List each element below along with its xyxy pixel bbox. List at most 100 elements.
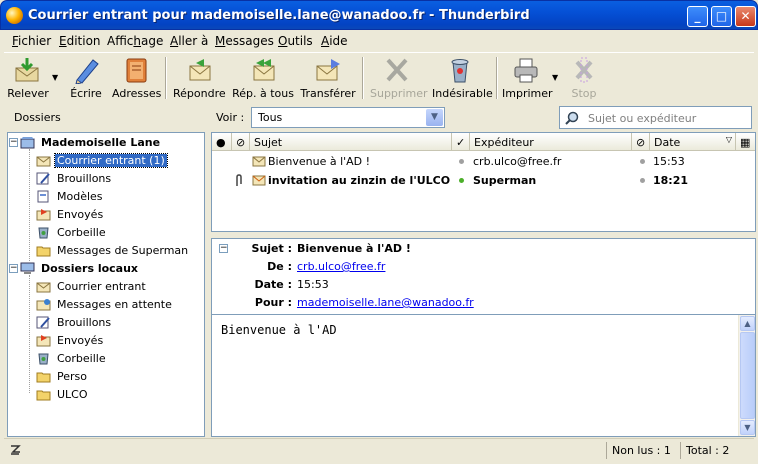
drafts-icon [36, 172, 51, 185]
message-body-pane[interactable]: Bienvenue à l'AD ▲ ▼ [211, 314, 756, 437]
folder-icon [36, 388, 51, 401]
menu-messages[interactable]: Messages [215, 34, 274, 48]
message-subject: invitation au zinzin de l'ULCO [268, 174, 451, 187]
table-row[interactable]: invitation au zinzin de l'ULCO Superman … [212, 171, 755, 190]
close-button[interactable]: ✕ [735, 6, 756, 27]
thread-pane: ● ⊘ Sujet ✓ Expéditeur ⊘ Date ▽ ▦ Bienve… [211, 132, 756, 232]
local-folders-icon [20, 262, 35, 275]
column-subject[interactable]: Sujet [250, 133, 452, 151]
table-row[interactable]: Bienvenue à l'AD ! crb.ulco@free.fr 15:5… [212, 152, 755, 171]
column-picker[interactable]: ▦ [736, 133, 755, 151]
menu-aide[interactable]: Aide [321, 34, 348, 48]
message-date: 18:21 [653, 174, 689, 187]
delete-x-icon [382, 56, 412, 84]
templates-icon [36, 190, 51, 203]
column-attachment[interactable]: ⊘ [232, 133, 250, 151]
junk-dot-icon [640, 178, 645, 183]
total-count: Total : 2 [680, 442, 754, 459]
printer-icon [511, 56, 541, 84]
write-button[interactable]: Écrire [66, 56, 106, 100]
sent-icon [36, 208, 51, 221]
collapse-account2-icon[interactable]: − [9, 264, 18, 273]
menu-bar: Fichier Edition Affichage Aller à Messag… [4, 31, 754, 51]
from-link[interactable]: crb.ulco@free.fr [297, 260, 385, 273]
scroll-down-icon[interactable]: ▼ [740, 420, 755, 435]
menu-aller-a[interactable]: Aller à [170, 34, 208, 48]
reply-all-button[interactable]: Rép. à tous [232, 56, 294, 100]
trash-icon [36, 352, 51, 365]
view-bar: Dossiers Voir : Tous ▼ Sujet ou expédite… [4, 104, 754, 132]
column-sender[interactable]: Expéditeur [470, 133, 632, 151]
message-date: 15:53 [653, 155, 685, 168]
reply-icon [184, 56, 214, 84]
forward-icon [313, 56, 343, 84]
menu-affichage[interactable]: Affichage [107, 34, 163, 48]
search-input[interactable]: Sujet ou expéditeur [559, 106, 752, 129]
account-icon [20, 136, 35, 149]
envelope-unread-icon [252, 174, 266, 189]
junk-trash-icon [445, 56, 475, 84]
message-body-text: Bienvenue à l'AD [221, 323, 337, 337]
minimize-button[interactable]: _ [687, 6, 708, 27]
menu-outils[interactable]: Outils [278, 34, 313, 48]
view-select-value: Tous [258, 111, 283, 124]
inbox-icon [36, 154, 51, 167]
reply-button[interactable]: Répondre [173, 56, 226, 100]
view-label: Voir : [216, 111, 245, 124]
toolbar-separator [165, 57, 167, 99]
tree-line [29, 149, 30, 261]
address-book-button[interactable]: Adresses [112, 56, 161, 100]
trash-icon [36, 226, 51, 239]
scroll-thumb[interactable] [740, 332, 755, 419]
read-status-icon: ✓ [456, 136, 466, 149]
stop-button[interactable]: Stop [566, 56, 602, 100]
subject-label: Sujet : [251, 242, 292, 255]
attachment-clip-icon [234, 174, 244, 190]
read-dot-icon [459, 159, 464, 164]
from-label: De : [267, 260, 292, 273]
column-read[interactable]: ✓ [452, 133, 470, 151]
column-date[interactable]: Date ▽ [650, 133, 736, 151]
message-header-pane: − Sujet : Bienvenue à l'AD ! De : crb.ul… [211, 238, 756, 314]
get-mail-dropdown-icon[interactable]: ▼ [52, 73, 58, 82]
title-bar: Courrier entrant pour mademoiselle.lane@… [0, 0, 758, 30]
forward-button[interactable]: Transférer [300, 56, 356, 100]
write-pen-icon [71, 56, 101, 85]
message-sender: Superman [473, 174, 537, 187]
to-label: Pour : [254, 296, 292, 309]
date-label: Date : [254, 278, 292, 291]
collapse-account1-icon[interactable]: − [9, 138, 18, 147]
maximize-button[interactable]: □ [711, 6, 732, 27]
column-thread[interactable]: ● [212, 133, 232, 151]
reply-all-icon [248, 56, 278, 84]
print-dropdown-icon[interactable]: ▼ [552, 73, 558, 82]
folder-icon [36, 370, 51, 383]
view-select[interactable]: Tous ▼ [251, 107, 445, 128]
column-picker-icon: ▦ [740, 136, 751, 149]
delete-button[interactable]: Supprimer [370, 56, 428, 100]
online-status-icon[interactable] [8, 443, 22, 460]
vertical-scrollbar[interactable]: ▲ ▼ [738, 315, 755, 436]
message-subject: Bienvenue à l'AD ! [268, 155, 371, 168]
drafts-icon [36, 316, 51, 329]
thunderbird-app-icon [6, 7, 23, 24]
search-icon [565, 111, 579, 125]
column-junk[interactable]: ⊘ [632, 133, 650, 151]
toolbar-separator [362, 57, 364, 99]
thread-icon: ● [216, 136, 226, 149]
unread-count: Non lus : 1 [606, 442, 678, 459]
junk-dot-icon [640, 159, 645, 164]
junk-button[interactable]: Indésirable [432, 56, 493, 100]
to-link[interactable]: mademoiselle.lane@wanadoo.fr [297, 296, 474, 309]
outbox-icon [36, 298, 51, 311]
print-button[interactable]: Imprimer [502, 56, 553, 100]
subject-value: Bienvenue à l'AD ! [297, 242, 411, 255]
menu-edition[interactable]: Edition [59, 34, 101, 48]
attachment-icon: ⊘ [236, 136, 246, 149]
scroll-up-icon[interactable]: ▲ [740, 316, 755, 331]
menu-fichier[interactable]: Fichier [12, 34, 51, 48]
window-title: Courrier entrant pour mademoiselle.lane@… [28, 8, 530, 23]
chevron-down-icon[interactable]: ▼ [426, 109, 443, 126]
get-mail-button[interactable]: Relever [6, 56, 50, 100]
tree-line [29, 275, 30, 393]
